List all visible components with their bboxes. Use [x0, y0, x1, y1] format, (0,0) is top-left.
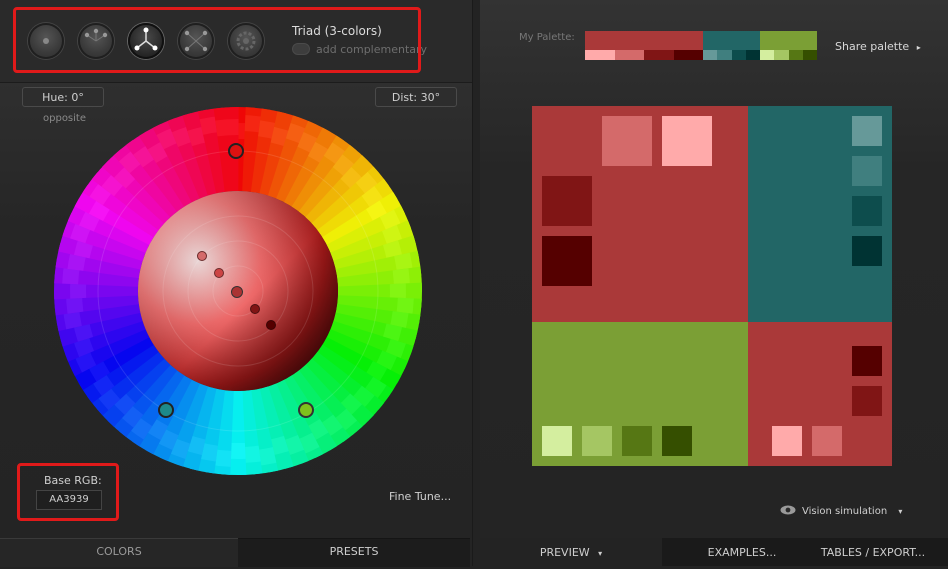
- base-color-handle[interactable]: [231, 286, 243, 298]
- preview-swatch: [542, 426, 572, 456]
- palette-shade-swatch: [717, 50, 732, 60]
- palette-shade-swatch: [703, 50, 718, 60]
- palette-shade-swatch: [673, 50, 703, 60]
- palette-preview: [532, 106, 892, 466]
- preview-swatch: [852, 196, 882, 226]
- vision-simulation-label: Vision simulation: [802, 506, 888, 517]
- palette-shade-swatch: [802, 50, 817, 60]
- shade-dot-4: [266, 320, 276, 330]
- fine-tune-link[interactable]: Fine Tune...: [389, 490, 451, 503]
- right-tab-bar: PREVIEW ▾ EXAMPLES... TABLES / EXPORT...: [480, 538, 948, 566]
- shade-dot-3: [250, 304, 260, 314]
- preview-swatch: [662, 116, 712, 166]
- eye-icon: [780, 505, 796, 515]
- preview-swatch: [852, 386, 882, 416]
- palette-shade-swatch: [745, 50, 760, 60]
- palette-label: My Palette:: [519, 32, 575, 43]
- tab-preview-label: PREVIEW: [539, 546, 590, 559]
- base-rgb-input[interactable]: AA3939: [36, 490, 102, 510]
- preview-swatch: [772, 426, 802, 456]
- preview-swatch: [852, 116, 882, 146]
- left-tab-bar: COLORS PRESETS: [0, 538, 470, 567]
- palette-shade-swatch: [774, 50, 789, 60]
- palette-shade-swatch: [585, 50, 615, 60]
- share-arrow-icon: ▸: [916, 43, 921, 52]
- tab-presets[interactable]: PRESETS: [238, 538, 470, 567]
- preview-swatch: [622, 426, 652, 456]
- preview-swatch: [602, 116, 652, 166]
- palette-main-swatch: [585, 31, 703, 50]
- tab-preview[interactable]: PREVIEW ▾: [480, 538, 662, 566]
- primary-hue-handle[interactable]: [228, 143, 244, 159]
- palette-shade-swatch: [644, 50, 674, 60]
- preview-swatch: [812, 426, 842, 456]
- shade-dot-2: [214, 268, 224, 278]
- secondary-hue-handle-2[interactable]: [298, 402, 314, 418]
- preview-swatch: [542, 176, 592, 226]
- scheme-highlight-box: [13, 7, 421, 73]
- palette-shade-swatch: [788, 50, 803, 60]
- palette-shade-swatch: [731, 50, 746, 60]
- palette-main-swatch: [703, 31, 760, 50]
- vision-simulation-menu[interactable]: Vision simulation ▾: [780, 505, 902, 517]
- preview-swatch: [852, 346, 882, 376]
- preview-swatch: [852, 236, 882, 266]
- tab-tables-export[interactable]: TABLES / EXPORT...: [798, 538, 948, 566]
- share-palette-label: Share palette: [835, 40, 910, 53]
- palette-shade-swatch: [760, 50, 775, 60]
- base-rgb-label: Base RGB:: [44, 474, 102, 487]
- vision-arrow-icon: ▾: [898, 507, 903, 516]
- share-palette-button[interactable]: Share palette ▸: [835, 40, 921, 53]
- secondary-hue-handle-1[interactable]: [158, 402, 174, 418]
- shade-dot-1: [197, 251, 207, 261]
- palette-strip[interactable]: [585, 31, 817, 60]
- preview-swatch: [852, 156, 882, 186]
- preview-swatch: [662, 426, 692, 456]
- tab-colors[interactable]: COLORS: [0, 538, 238, 567]
- palette-shade-swatch: [614, 50, 644, 60]
- preview-swatch: [582, 426, 612, 456]
- preview-swatch: [542, 236, 592, 286]
- palette-main-swatch: [760, 31, 817, 50]
- preview-arrow-icon: ▾: [598, 549, 603, 558]
